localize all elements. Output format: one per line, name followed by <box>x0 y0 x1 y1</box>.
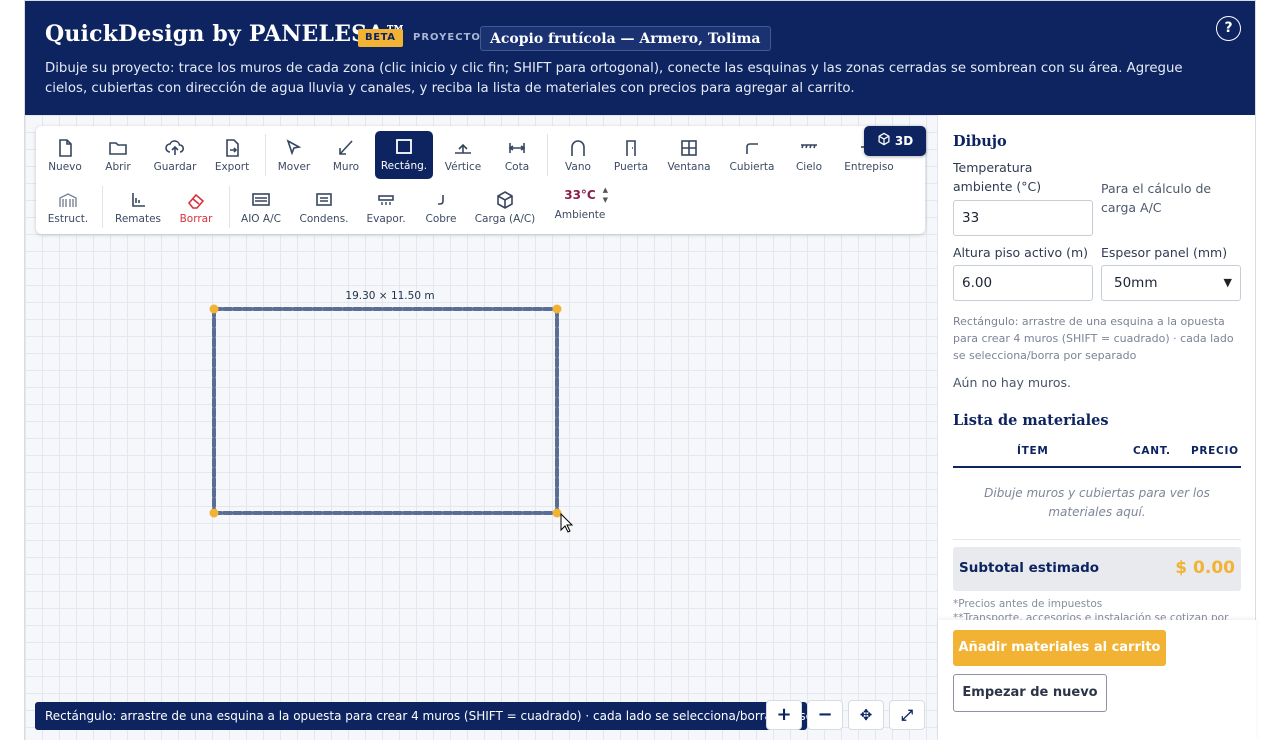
beta-badge: BETA <box>358 29 403 47</box>
project-name-field[interactable]: Acopio frutícola — Armero, Tolima <box>480 26 771 51</box>
temperature-hint: Para el cálculo de carga A/C <box>1101 181 1212 215</box>
drawn-rectangle[interactable] <box>25 115 937 740</box>
panel-title: Dibujo <box>953 133 1007 150</box>
fit-view-button[interactable]: ⤢ <box>889 700 925 730</box>
project-label: PROYECTO <box>413 32 481 43</box>
col-qty: CANT. <box>1133 445 1171 457</box>
transport-note: **Transporte, accesorios e instalación s… <box>953 612 1229 620</box>
subtotal-box: Subtotal estimado $ 0.00 <box>953 547 1241 591</box>
start-over-button[interactable]: Empezar de nuevo <box>953 674 1107 712</box>
divider <box>953 539 1241 540</box>
floor-height-input[interactable]: 6.00 <box>953 265 1093 301</box>
no-walls-text: Aún no hay muros. <box>953 375 1071 390</box>
temperature-input[interactable]: 33 <box>953 200 1093 236</box>
corner-handle <box>552 304 562 314</box>
col-item: ÍTEM <box>1017 445 1049 457</box>
materials-table-header: ÍTEM CANT. PRECIO <box>953 442 1241 468</box>
subtotal-label: Subtotal estimado <box>959 560 1100 576</box>
panel-thickness-value: 50mm <box>1114 275 1158 291</box>
corner-handle <box>209 508 219 518</box>
zoom-out-button[interactable]: − <box>807 700 843 730</box>
header: QuickDesign by PANELESA™ BETA PROYECTO A… <box>25 1 1255 115</box>
walls[interactable] <box>212 307 559 515</box>
materials-empty-text: Dibuje muros y cubiertas para ver los ma… <box>984 486 1210 519</box>
panel-thickness-select[interactable]: 50mm ▼ <box>1101 265 1241 301</box>
taxes-note: *Precios antes de impuestos <box>953 598 1103 610</box>
status-bar: Rectángulo: arrastre de una esquina a la… <box>35 702 807 730</box>
panel-thickness-label: Espesor panel (mm) <box>1101 245 1228 260</box>
pan-button[interactable]: ✥ <box>848 700 884 730</box>
floor-height-label: Altura piso activo (m) <box>953 245 1089 260</box>
col-price: PRECIO <box>1191 445 1239 457</box>
corner-handle <box>209 304 219 314</box>
materials-title: Lista de materiales <box>953 412 1109 429</box>
temperature-label: Temperatura ambiente (°C) <box>953 160 1042 194</box>
panel-footer: Añadir materiales al carrito Empezar de … <box>938 620 1256 740</box>
side-panel: Dibujo Temperatura ambiente (°C) Para el… <box>937 115 1256 740</box>
drawing-canvas[interactable]: Nuevo Abrir Guardar Export Mover Muro Re… <box>25 115 937 740</box>
corner-handle <box>552 508 562 518</box>
intro-text: Dibuje su proyecto: trace los muros de c… <box>45 61 1183 96</box>
brand-title: QuickDesign by PANELESA™ <box>45 21 407 47</box>
zoom-in-button[interactable]: + <box>766 700 802 730</box>
mouse-cursor-icon <box>560 512 574 533</box>
chevron-down-icon: ▼ <box>1223 276 1232 289</box>
add-to-cart-button[interactable]: Añadir materiales al carrito <box>953 630 1166 666</box>
help-button[interactable]: ? <box>1216 16 1241 41</box>
app-window: QuickDesign by PANELESA™ BETA PROYECTO A… <box>24 0 1256 740</box>
subtotal-value: $ 0.00 <box>1175 558 1235 578</box>
tool-hint: Rectángulo: arrastre de una esquina a la… <box>953 315 1234 362</box>
